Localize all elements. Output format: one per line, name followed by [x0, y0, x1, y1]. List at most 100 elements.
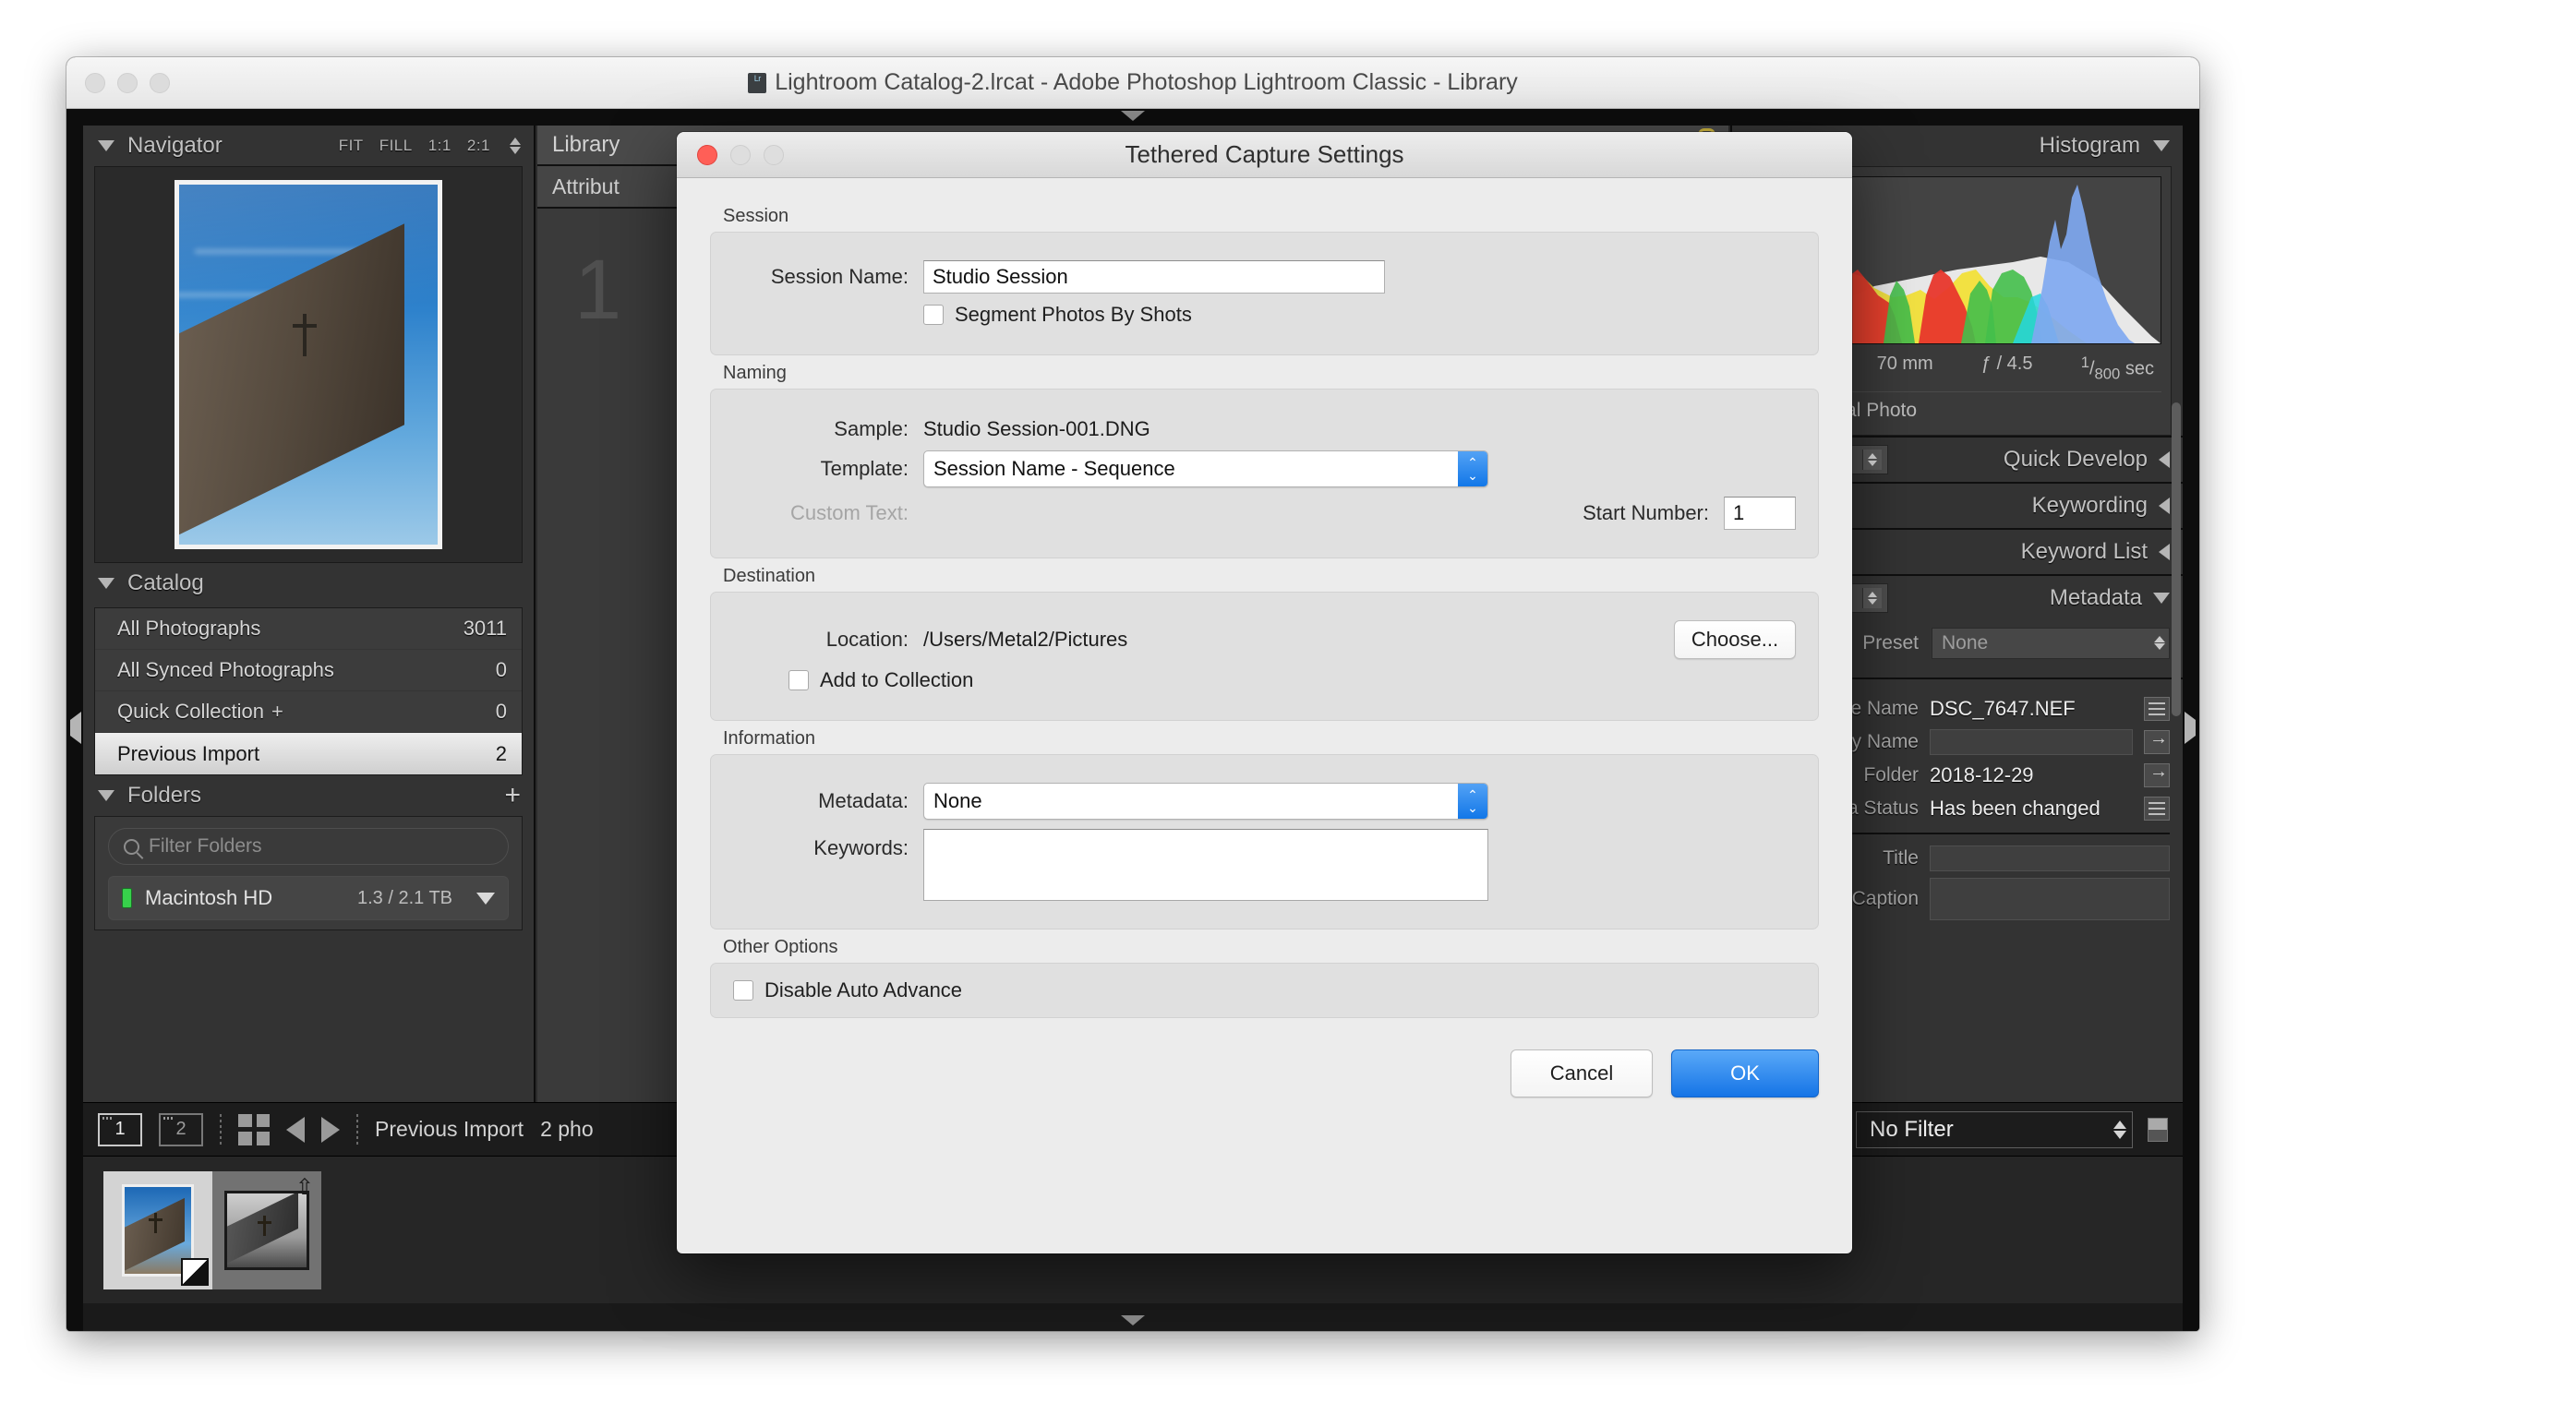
flag-badge-icon[interactable]: ⇧	[295, 1176, 314, 1199]
add-to-collection-row: Add to Collection	[733, 668, 1796, 692]
exif-shutter-numerator: 1	[2080, 354, 2089, 371]
select-arrows-icon[interactable]: ⌃ ⌄	[1458, 784, 1487, 819]
dialog-traffic-lights[interactable]	[697, 144, 784, 165]
stepper-icon[interactable]	[1862, 587, 1882, 608]
template-select[interactable]: Session Name - Sequence ⌃ ⌄	[923, 450, 1488, 487]
navigator-preview[interactable]	[94, 166, 523, 563]
window-traffic-lights[interactable]	[85, 72, 170, 93]
list-icon[interactable]	[2144, 696, 2170, 721]
chevron-left-icon[interactable]	[2159, 497, 2170, 514]
screen-2-button[interactable]: 2	[159, 1112, 203, 1146]
catalog-item-quick-collection[interactable]: Quick Collection + 0	[95, 691, 522, 733]
catalog-item-all-synced-photographs[interactable]: All Synced Photographs 0	[95, 650, 522, 691]
dialog-body: Session Session Name: Studio Session Seg…	[677, 178, 1852, 1097]
zoom-fill[interactable]: FILL	[379, 137, 413, 155]
filmstrip-thumbnail-1[interactable]	[103, 1170, 212, 1289]
zoom-stepper-icon[interactable]	[510, 138, 521, 154]
title-field[interactable]	[1930, 845, 2170, 871]
metadata-select[interactable]: None ⌃ ⌄	[923, 783, 1488, 820]
navigator-zoom-levels[interactable]: FIT FILL 1:1 2:1	[339, 137, 521, 155]
chevron-left-icon[interactable]	[2159, 450, 2170, 468]
volume-row-macintosh-hd[interactable]: Macintosh HD 1.3 / 2.1 TB	[108, 876, 509, 920]
bottom-panel-toggle-caret[interactable]	[1121, 1315, 1145, 1325]
next-photo-icon[interactable]	[321, 1116, 340, 1143]
metadata-preset-label: Preset	[1862, 631, 1919, 654]
catalog-item-previous-import[interactable]: Previous Import 2	[95, 733, 522, 774]
session-name-input[interactable]: Studio Session	[923, 260, 1385, 294]
ok-button[interactable]: OK	[1671, 1049, 1819, 1097]
start-number-input[interactable]: 1	[1724, 497, 1796, 530]
disable-auto-advance-row[interactable]: Disable Auto Advance	[733, 978, 1796, 1002]
metadata-preset-combo[interactable]: None	[1932, 627, 2170, 659]
location-row: Location: /Users/Metal2/Pictures Choose.…	[733, 620, 1796, 659]
add-to-collection-checkbox-row[interactable]: Add to Collection	[788, 668, 973, 692]
cancel-button[interactable]: Cancel	[1511, 1049, 1653, 1097]
top-panel-toggle-caret[interactable]	[1121, 111, 1145, 121]
chevron-down-icon[interactable]	[476, 892, 495, 905]
left-panel-collapse-arrow[interactable]	[70, 712, 81, 744]
stepper-icon[interactable]	[2154, 636, 2165, 651]
folders-header[interactable]: Folders +	[83, 775, 534, 816]
destination-group-label: Destination	[723, 566, 816, 586]
develop-badge-icon[interactable]	[181, 1257, 209, 1286]
toolbar-divider	[220, 1113, 222, 1145]
add-folder-icon[interactable]: +	[504, 782, 521, 809]
arrow-right-icon[interactable]	[2144, 728, 2170, 754]
catalog-item-count: 3011	[463, 617, 507, 640]
toolbar-photo-count: 2 pho	[540, 1117, 594, 1141]
volume-name: Macintosh HD	[145, 886, 273, 909]
catalog-item-all-photographs[interactable]: All Photographs 3011	[95, 608, 522, 650]
session-group: Session Name: Studio Session Segment Pho…	[710, 232, 1819, 355]
filmstrip-thumbnail-2[interactable]: ⇧	[212, 1170, 321, 1289]
chevron-down-icon[interactable]	[98, 578, 114, 589]
stepper-icon[interactable]	[2113, 1120, 2126, 1139]
chevron-down-icon[interactable]	[98, 790, 114, 801]
filmstrip-toggle-icon[interactable]	[2148, 1117, 2168, 1142]
catalog-header[interactable]: Catalog	[83, 563, 534, 604]
window-zoom-button[interactable]	[150, 72, 170, 93]
window-close-button[interactable]	[85, 72, 105, 93]
disable-auto-advance-checkbox[interactable]	[733, 980, 753, 1001]
segment-photos-checkbox-row[interactable]: Segment Photos By Shots	[923, 303, 1192, 327]
window-minimize-button[interactable]	[117, 72, 138, 93]
zoom-fit[interactable]: FIT	[339, 137, 364, 155]
grid-view-icon[interactable]	[238, 1113, 270, 1145]
zoom-1-1[interactable]: 1:1	[428, 137, 451, 155]
navigator-header[interactable]: Navigator FIT FILL 1:1 2:1	[83, 126, 534, 166]
catalog-item-label: Previous Import	[117, 741, 260, 765]
dialog-close-button[interactable]	[697, 144, 717, 165]
filmstrip-filter-combo[interactable]: No Filter	[1856, 1110, 2133, 1148]
caption-field[interactable]	[1930, 877, 2170, 920]
sample-value: Studio Session-001.DNG	[923, 417, 1150, 440]
keywords-textarea[interactable]	[923, 829, 1488, 901]
metadata-value[interactable]	[1930, 728, 2133, 755]
dialog-zoom-button[interactable]	[764, 144, 784, 165]
custom-text-row: Custom Text: Start Number: 1	[733, 497, 1796, 530]
dialog-title: Tethered Capture Settings	[1125, 140, 1404, 168]
select-arrows-icon[interactable]: ⌃ ⌄	[1458, 451, 1487, 486]
stepper-icon[interactable]	[1862, 449, 1882, 470]
information-group-label: Information	[723, 728, 816, 749]
chevron-down-icon[interactable]	[2153, 592, 2170, 604]
attribute-label[interactable]: Attribut	[552, 174, 620, 199]
right-panel-scrollbar[interactable]	[2172, 402, 2181, 716]
list-icon[interactable]	[2144, 796, 2170, 821]
disable-auto-advance-label: Disable Auto Advance	[764, 978, 963, 1001]
other-options-group: Disable Auto Advance	[710, 963, 1819, 1018]
dialog-minimize-button[interactable]	[730, 144, 751, 165]
add-to-collection-checkbox[interactable]	[788, 670, 809, 690]
arrow-right-icon[interactable]	[2144, 761, 2170, 787]
screen-1-button[interactable]: 1	[98, 1112, 142, 1146]
catalog-item-count: 2	[495, 741, 507, 765]
choose-button[interactable]: Choose...	[1674, 620, 1796, 659]
filter-folders-input[interactable]: Filter Folders	[108, 828, 509, 865]
chevron-down-icon[interactable]	[98, 140, 114, 151]
right-panel-collapse-arrow[interactable]	[2185, 712, 2196, 744]
zoom-2-1[interactable]: 2:1	[467, 137, 490, 155]
quick-collection-plus-icon[interactable]: +	[271, 700, 283, 724]
previous-photo-icon[interactable]	[286, 1116, 305, 1143]
information-group: Metadata: None ⌃ ⌄ Keywords:	[710, 754, 1819, 929]
chevron-left-icon[interactable]	[2159, 543, 2170, 560]
chevron-down-icon[interactable]	[2153, 140, 2170, 151]
segment-photos-checkbox[interactable]	[923, 305, 944, 325]
